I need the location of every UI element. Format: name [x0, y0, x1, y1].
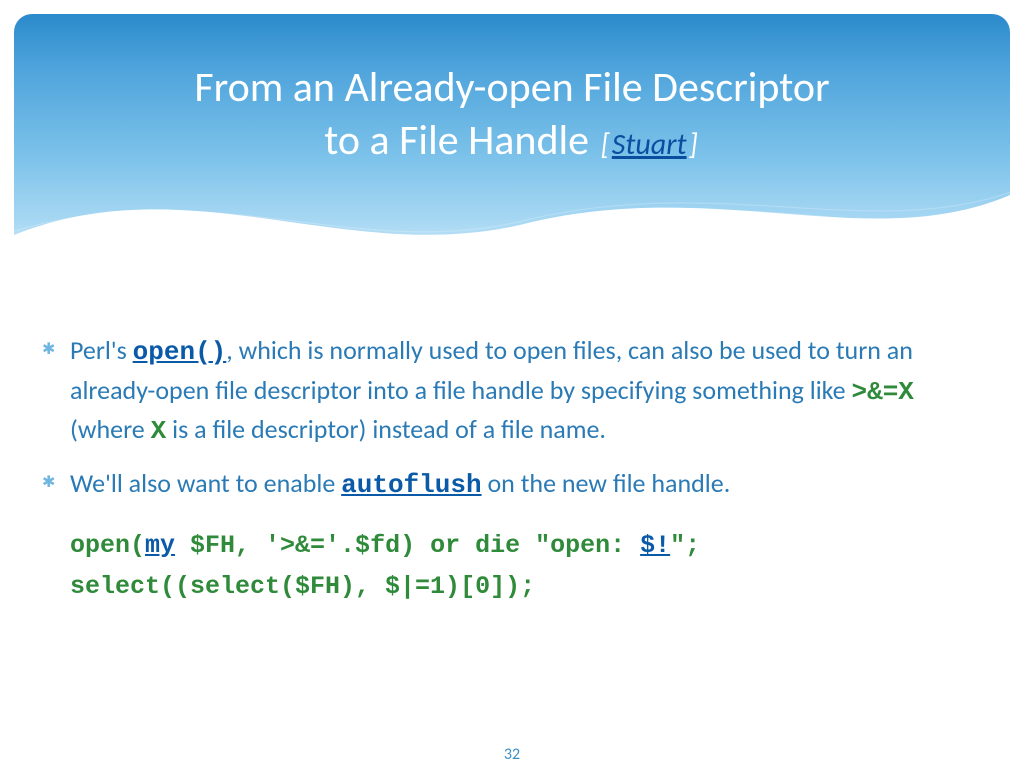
page-number: 32: [0, 745, 1024, 764]
citation-link[interactable]: Stuart: [612, 126, 687, 163]
bullet-2: We'll also want to enable autoflush on t…: [42, 465, 982, 505]
errvar-link[interactable]: $!: [640, 531, 670, 560]
open-link[interactable]: open(): [133, 337, 227, 367]
wave-decoration: [14, 155, 1010, 274]
my-keyword-link[interactable]: my: [145, 531, 175, 560]
title-line-1: From an Already-open File Descriptor: [14, 62, 1010, 115]
mode-code: >&=X: [851, 377, 913, 407]
code-line-2: select((select($FH), $|=1)[0]);: [70, 566, 982, 607]
slide-body: Perl's open(), which is normally used to…: [0, 274, 1024, 607]
x-code: X: [151, 416, 167, 446]
code-block: open(my $FH, '>&='.$fd) or die "open: $!…: [42, 525, 982, 608]
title-line-2: to a File Handle [Stuart]: [14, 115, 1010, 168]
autoflush-link[interactable]: autoflush: [341, 470, 481, 500]
slide-header: From an Already-open File Descriptor to …: [14, 14, 1010, 274]
slide-title: From an Already-open File Descriptor to …: [14, 14, 1010, 167]
code-line-1: open(my $FH, '>&='.$fd) or die "open: $!…: [70, 525, 982, 566]
bullet-1: Perl's open(), which is normally used to…: [42, 332, 982, 451]
